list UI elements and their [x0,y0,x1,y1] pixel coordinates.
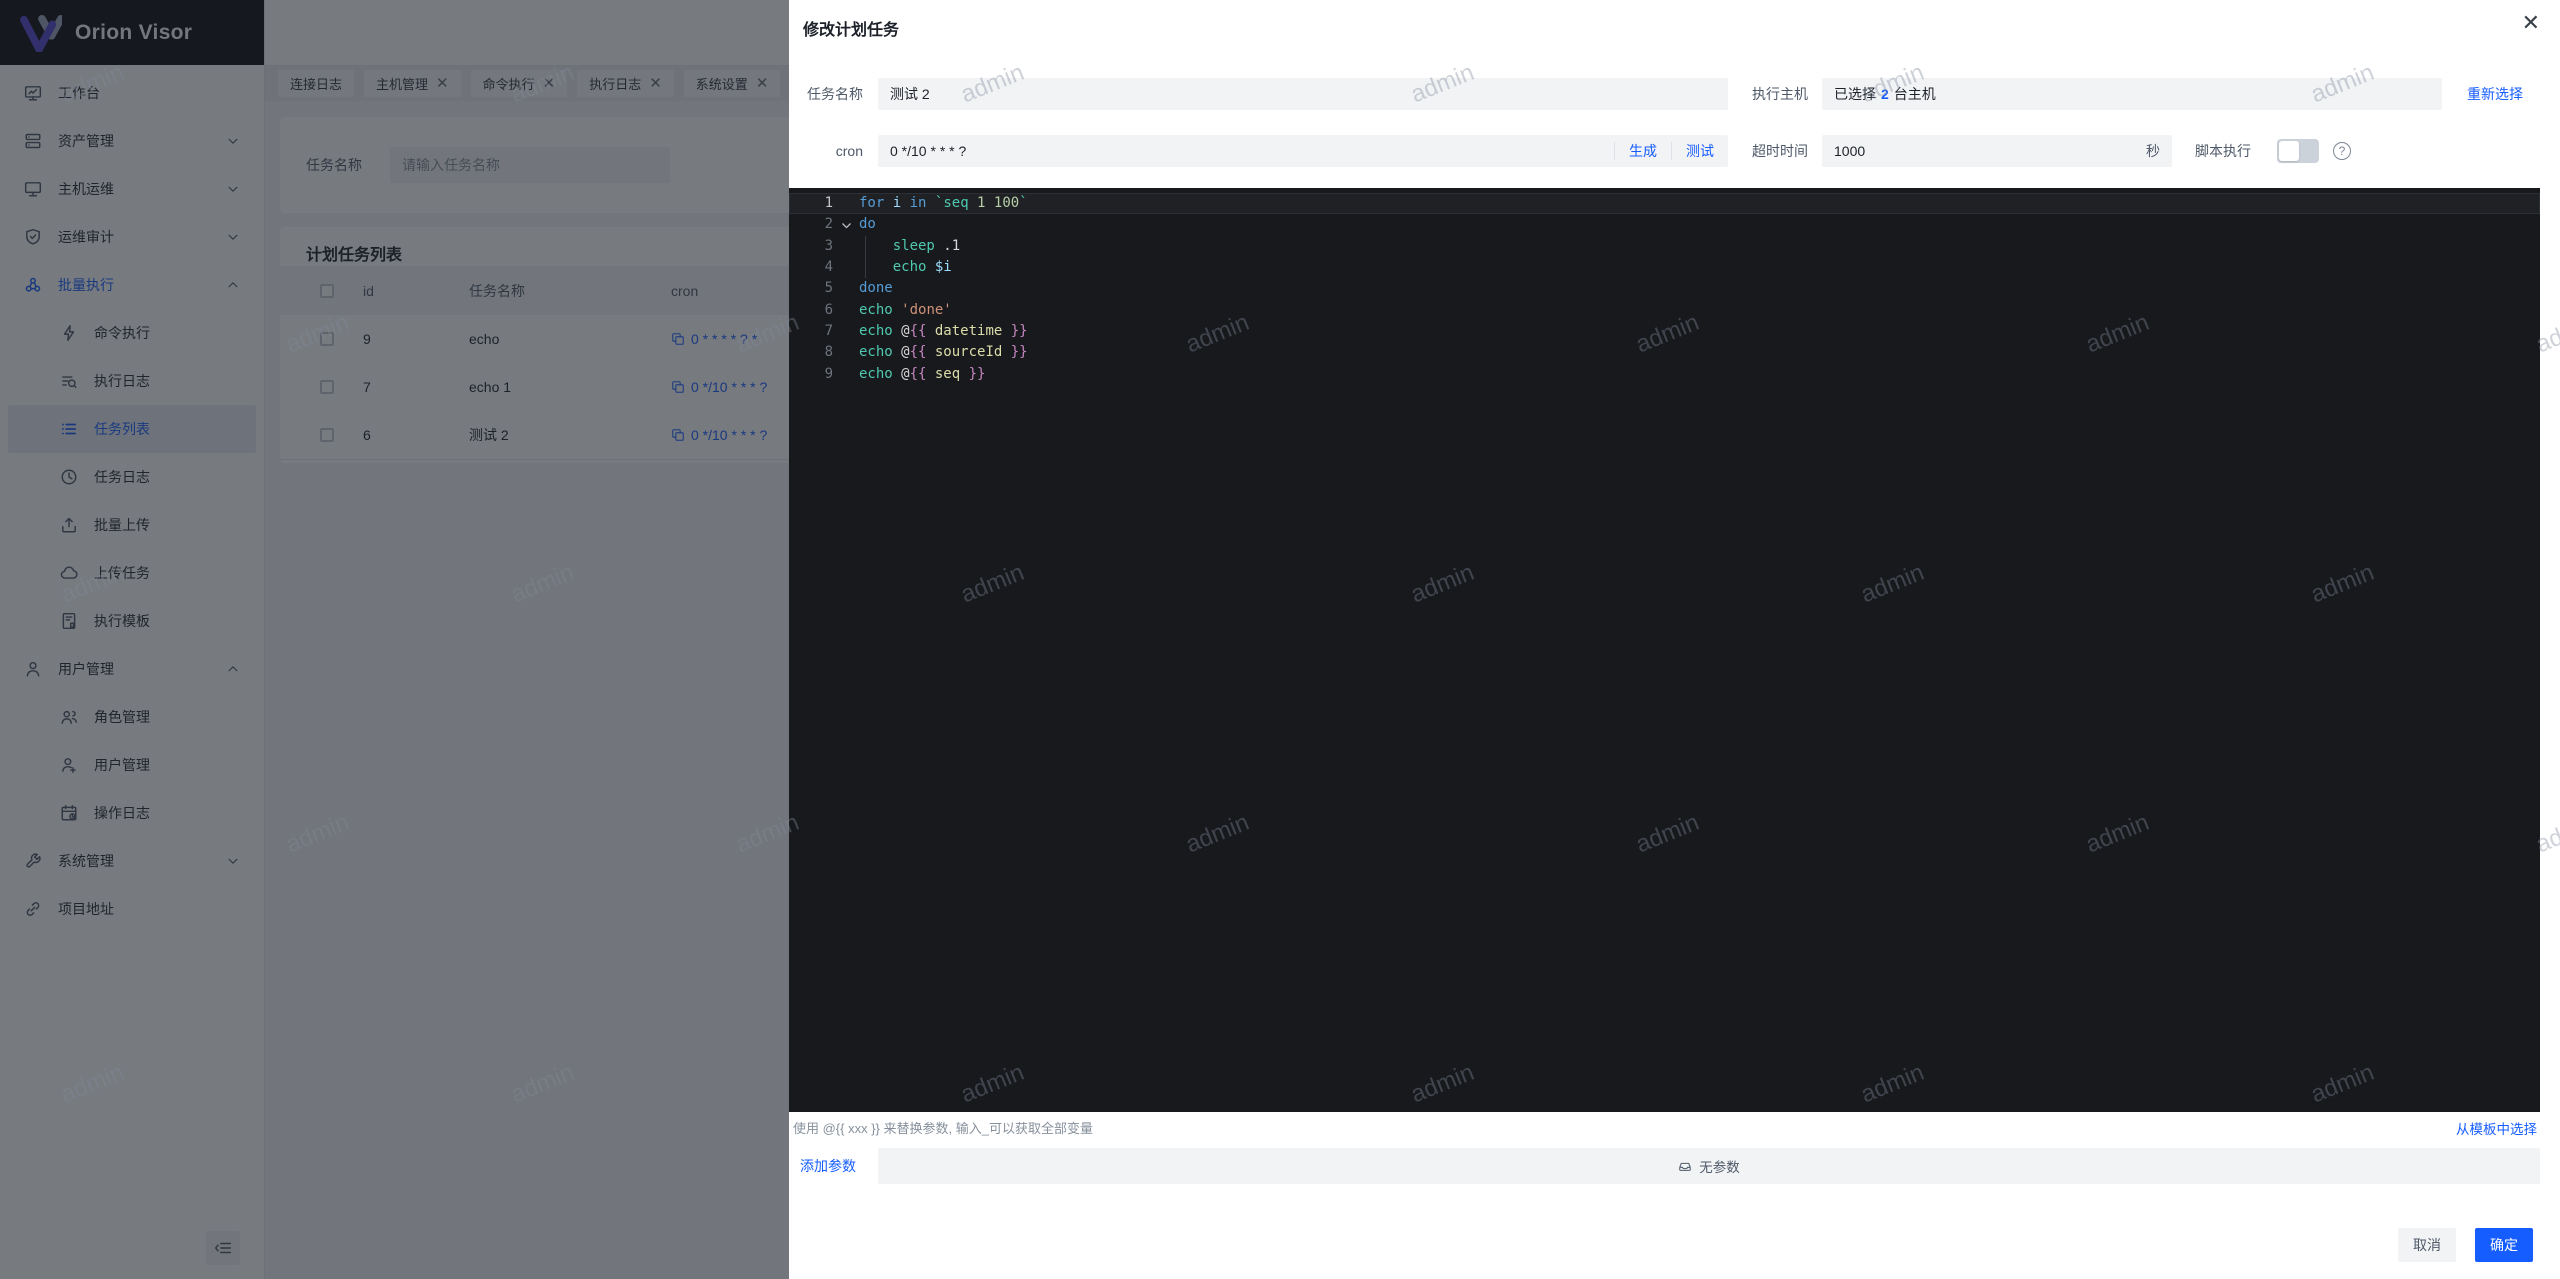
timeout-input[interactable]: 1000 秒 [1822,135,2172,167]
editor-line-9: 9echo @{{ seq }} [789,364,2540,385]
selected-host-count: 2 [1881,86,1889,102]
code-editor[interactable]: 1for i in `seq 1 100`2do3 sleep .14 echo… [789,188,2540,1112]
exec-hosts-label: 执行主机 [1734,78,1808,110]
line-number: 6 [789,300,833,321]
edit-scheduled-task-modal: 修改计划任务 ✕ 任务名称 测试 2 执行主机 已选择 2 台主机 重新选择 c… [789,0,2560,1279]
editor-line-2: 2do [789,214,2540,235]
line-number: 8 [789,342,833,363]
editor-line-6: 6echo 'done' [789,300,2540,321]
line-number: 5 [789,278,833,299]
editor-line-5: 5done [789,278,2540,299]
line-number: 4 [789,257,833,278]
task-name-input[interactable]: 测试 2 [878,78,1728,110]
editor-line-1: 1for i in `seq 1 100` [789,193,2540,214]
script-exec-label: 脚本执行 [2195,135,2251,167]
timeout-unit: 秒 [2146,141,2160,161]
select-from-template-link[interactable]: 从模板中选择 [2456,1118,2537,1138]
editor-line-3: 3 sleep .1 [789,236,2540,257]
add-param-link[interactable]: 添加参数 [800,1148,856,1184]
cron-value: 0 */10 * * * ? [878,143,1614,159]
modal-close-icon[interactable]: ✕ [2522,12,2540,34]
fold-chevron-icon[interactable] [833,214,859,235]
editor-line-4: 4 echo $i [789,257,2540,278]
cron-test-button[interactable]: 测试 [1672,141,1728,161]
editor-line-8: 8echo @{{ sourceId }} [789,342,2540,363]
cancel-button[interactable]: 取消 [2398,1228,2456,1262]
script-exec-toggle[interactable] [2277,139,2319,163]
line-number: 2 [789,214,833,235]
task-name-label: 任务名称 [789,78,863,110]
help-icon[interactable]: ? [2333,142,2351,160]
line-number: 3 [789,236,833,257]
no-params-box: 无参数 [878,1148,2540,1184]
editor-line-7: 7echo @{{ datetime }} [789,321,2540,342]
reselect-hosts-link[interactable]: 重新选择 [2467,78,2523,110]
confirm-button[interactable]: 确定 [2475,1228,2533,1262]
selected-hosts-display[interactable]: 已选择 2 台主机 [1822,78,2442,110]
timeout-label: 超时时间 [1734,135,1808,167]
no-params-icon [1678,1159,1692,1173]
line-number: 1 [789,193,833,214]
params-hint: 使用 @{{ xxx }} 来替换参数, 输入_可以获取全部变量 [793,1118,1093,1137]
cron-generate-button[interactable]: 生成 [1615,141,1671,161]
cron-label: cron [789,135,863,167]
line-number: 7 [789,321,833,342]
cron-input[interactable]: 0 */10 * * * ? 生成 测试 [878,135,1728,167]
modal-title: 修改计划任务 [803,16,899,40]
line-number: 9 [789,364,833,385]
